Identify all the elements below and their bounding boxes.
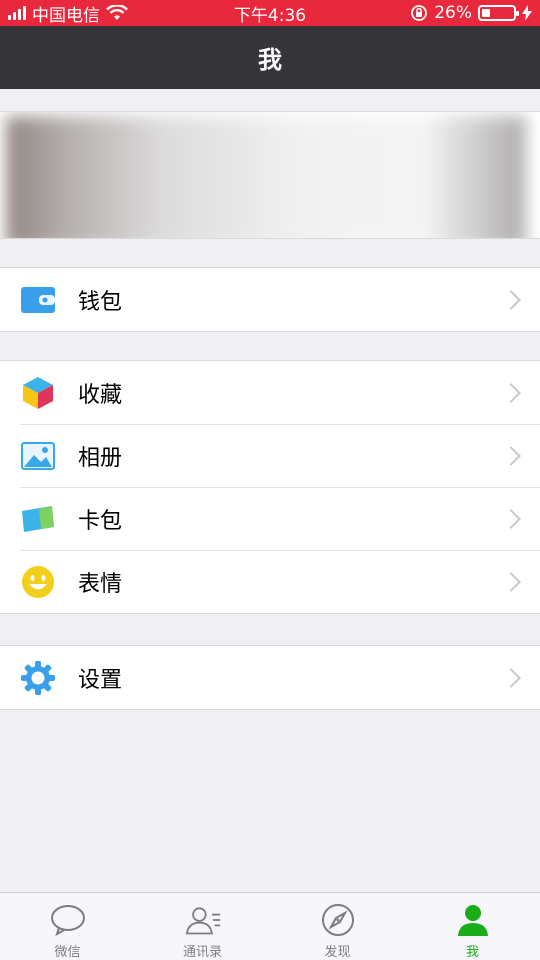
wallet-icon bbox=[20, 282, 56, 318]
tab-label: 我 bbox=[465, 945, 479, 960]
profile-card[interactable] bbox=[0, 111, 540, 239]
carrier-label: 中国电信 bbox=[32, 5, 100, 26]
menu-item-album[interactable]: 相册 bbox=[0, 424, 540, 487]
status-right: 26% bbox=[410, 3, 532, 23]
content-group: 收藏 相册 卡包 表情 bbox=[0, 360, 540, 614]
menu-item-wallet[interactable]: 钱包 bbox=[0, 268, 540, 331]
gear-icon bbox=[20, 660, 56, 696]
battery-fill bbox=[482, 9, 490, 17]
signal-icon bbox=[8, 6, 26, 20]
battery-percent: 26% bbox=[434, 3, 472, 23]
chevron-right-icon bbox=[501, 289, 521, 310]
menu-label-cards: 卡包 bbox=[78, 508, 123, 534]
tab-label: 通讯录 bbox=[182, 945, 222, 960]
me-page: 中国电信 下午4:36 26% 我 钱包 收藏 相册 卡包 表情 设置 微信 通… bbox=[0, 0, 540, 960]
tab-label: 发现 bbox=[324, 945, 351, 960]
menu-item-stickers[interactable]: 表情 bbox=[0, 550, 540, 613]
card-icon bbox=[20, 501, 56, 537]
menu-item-settings[interactable]: 设置 bbox=[0, 646, 540, 709]
menu-label-album: 相册 bbox=[78, 445, 123, 471]
orientation-lock-icon bbox=[411, 5, 428, 21]
nav-bar: 我 bbox=[0, 26, 540, 89]
menu-label-settings: 设置 bbox=[78, 667, 123, 693]
chevron-right-icon bbox=[501, 508, 521, 529]
chevron-right-icon bbox=[501, 382, 521, 403]
tab-contacts[interactable]: 通讯录 bbox=[135, 893, 270, 960]
smiley-icon bbox=[20, 564, 56, 600]
tab-label: 微信 bbox=[54, 945, 81, 960]
charging-bolt-icon bbox=[522, 5, 532, 21]
cube-icon bbox=[20, 375, 56, 411]
tab-bar: 微信 通讯录 发现 我 bbox=[0, 892, 540, 960]
menu-label-stickers: 表情 bbox=[78, 571, 123, 597]
tab-discover[interactable]: 发现 bbox=[270, 893, 405, 960]
settings-group: 设置 bbox=[0, 645, 540, 710]
compass-icon bbox=[320, 903, 356, 937]
tab-chats[interactable]: 微信 bbox=[0, 893, 135, 960]
menu-label-wallet: 钱包 bbox=[78, 289, 123, 315]
wallet-group: 钱包 bbox=[0, 267, 540, 332]
tab-me[interactable]: 我 bbox=[405, 893, 540, 960]
wifi-icon bbox=[106, 5, 128, 20]
menu-item-favorites[interactable]: 收藏 bbox=[0, 361, 540, 424]
contacts-icon bbox=[185, 903, 221, 937]
menu-item-cards[interactable]: 卡包 bbox=[0, 487, 540, 550]
person-icon bbox=[455, 903, 491, 937]
status-bar: 中国电信 下午4:36 26% bbox=[0, 0, 540, 26]
chevron-right-icon bbox=[501, 445, 521, 466]
blurred-profile-image bbox=[6, 116, 526, 238]
chat-icon bbox=[50, 903, 86, 937]
menu-label-favorites: 收藏 bbox=[78, 382, 123, 408]
photo-icon bbox=[20, 438, 56, 474]
status-left: 中国电信 bbox=[8, 1, 128, 26]
chevron-right-icon bbox=[501, 667, 521, 688]
page-title: 我 bbox=[258, 46, 282, 74]
chevron-right-icon bbox=[501, 571, 521, 592]
battery-icon bbox=[478, 5, 519, 21]
